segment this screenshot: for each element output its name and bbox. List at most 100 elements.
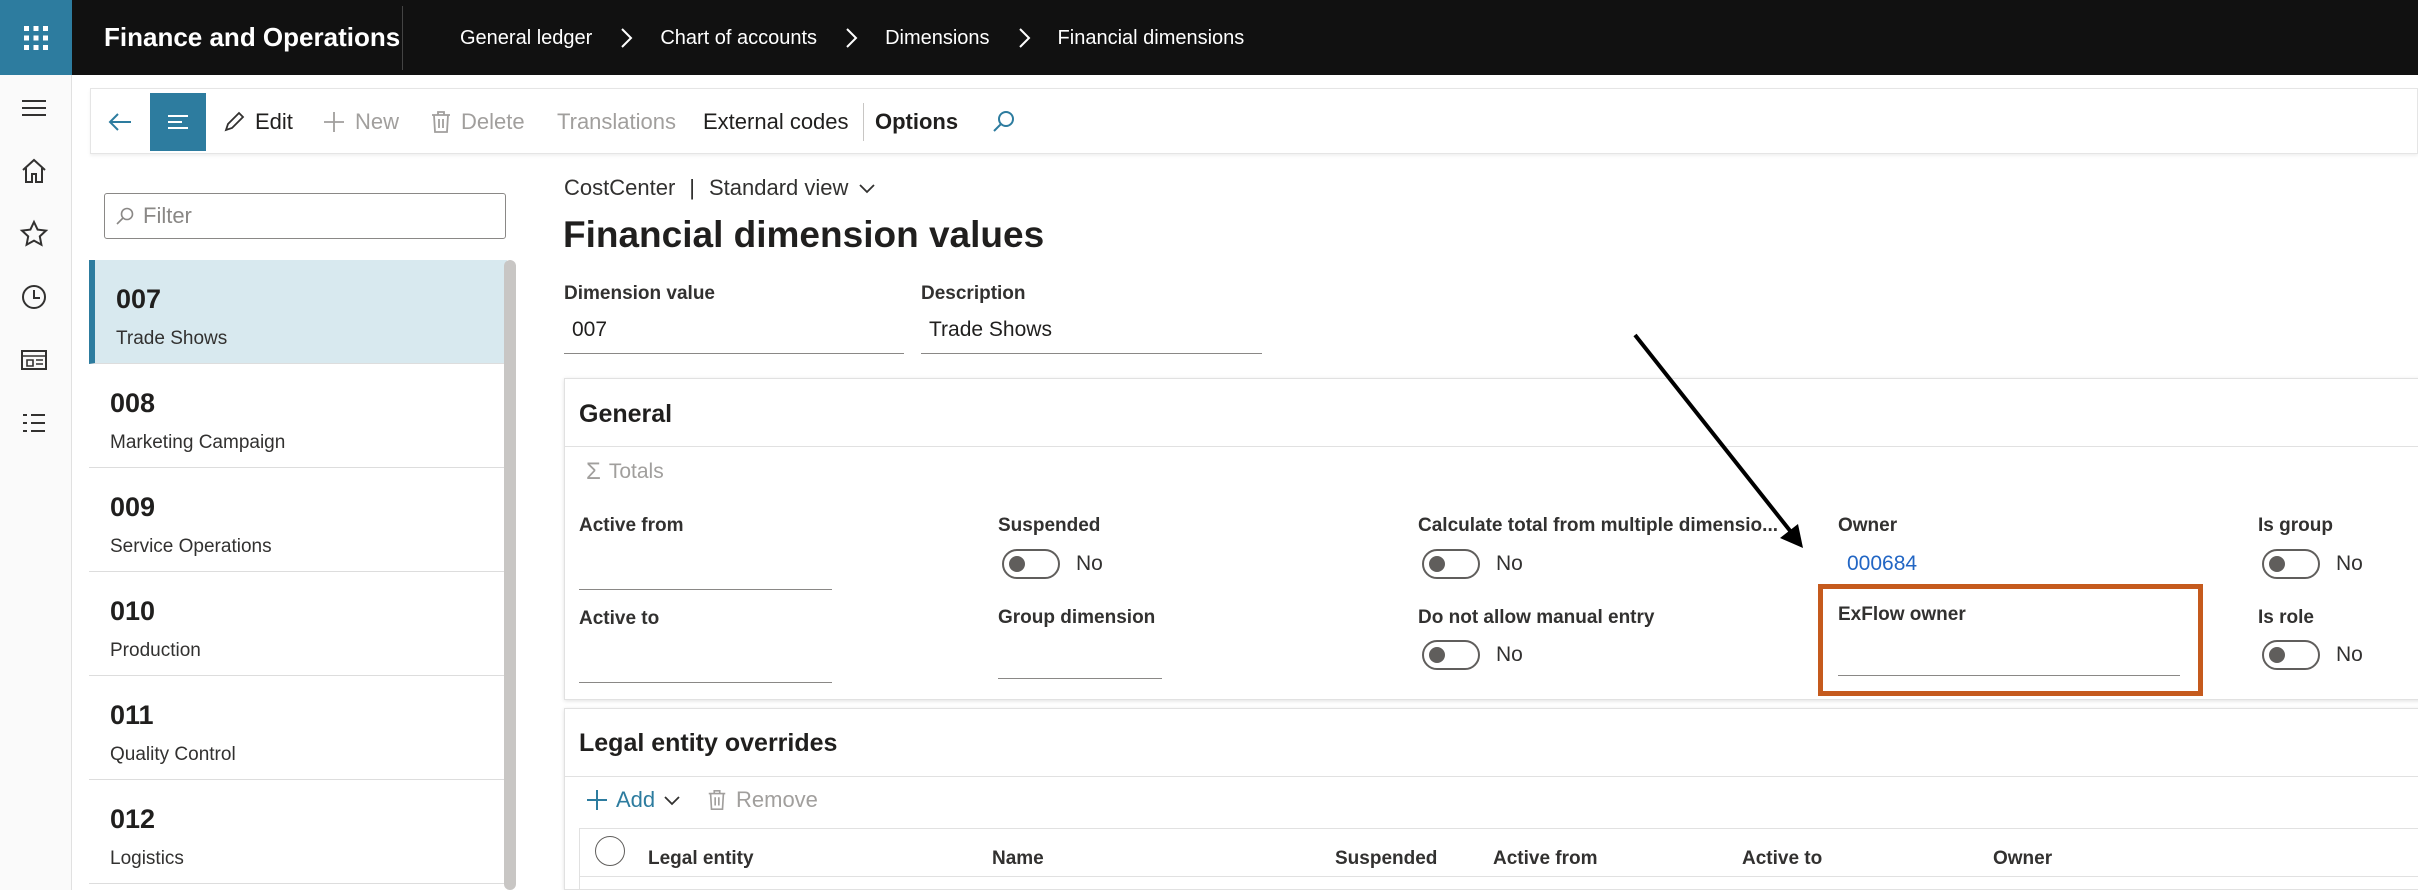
sigma-icon: Σ (586, 458, 601, 485)
divider (564, 776, 2418, 777)
list-icon (168, 115, 188, 129)
list-item-desc: Production (110, 640, 201, 661)
breadcrumb: General ledger Chart of accounts Dimensi… (460, 26, 1244, 50)
active-to-field[interactable] (579, 645, 832, 683)
external-codes-button[interactable]: External codes (703, 89, 849, 155)
new-label: New (355, 109, 400, 134)
trash-icon (708, 790, 726, 810)
active-to-label: Active to (579, 608, 660, 629)
no-manual-entry-toggle[interactable] (1422, 640, 1480, 670)
dimension-value-field[interactable]: 007 (564, 318, 904, 354)
pencil-icon (224, 111, 245, 132)
list-item[interactable]: 012 Logistics (89, 780, 507, 884)
remove-button[interactable]: Remove (706, 787, 818, 813)
column-header-active-from[interactable]: Active from (1493, 848, 1598, 870)
suspended-toggle[interactable] (1002, 549, 1060, 579)
chevron-right-icon (1018, 28, 1030, 48)
list-item[interactable]: 010 Production (89, 572, 507, 676)
list-pane: Filter 007 Trade Shows 008 Marketing Cam… (88, 175, 524, 890)
calculate-total-value: No (1496, 552, 1523, 575)
description-label: Description (921, 283, 1026, 304)
list-item[interactable]: 009 Service Operations (89, 468, 507, 572)
column-header-legal-entity[interactable]: Legal entity (648, 848, 754, 870)
breadcrumb-chart-of-accounts[interactable]: Chart of accounts (660, 27, 817, 50)
breadcrumb-dimensions[interactable]: Dimensions (885, 27, 989, 50)
search-icon (993, 111, 1014, 132)
is-role-value: No (2336, 643, 2363, 666)
is-group-toggle[interactable] (2262, 549, 2320, 579)
app-title[interactable]: Finance and Operations (104, 22, 400, 53)
owner-label: Owner (1838, 515, 1898, 536)
owner-link[interactable]: 000684 (1847, 552, 1917, 576)
totals-button[interactable]: Σ Totals (586, 458, 664, 486)
column-header-owner[interactable]: Owner (1993, 848, 2052, 870)
no-manual-entry-value: No (1496, 643, 1523, 666)
app-launcher-button[interactable] (0, 0, 72, 75)
hamburger-menu-icon[interactable] (18, 92, 50, 124)
list-item-desc: Trade Shows (116, 328, 228, 349)
edit-button[interactable]: Edit (221, 89, 293, 155)
options-tab[interactable]: Options (875, 89, 958, 155)
back-arrow-icon (108, 113, 131, 131)
group-dimension-label: Group dimension (998, 607, 1156, 628)
list-item-code: 007 (116, 284, 162, 314)
chevron-right-icon (846, 28, 858, 48)
active-from-field[interactable] (579, 552, 832, 590)
back-button[interactable] (105, 89, 143, 155)
star-icon[interactable] (18, 218, 50, 250)
totals-label: Totals (608, 460, 664, 483)
recent-clock-icon[interactable] (18, 281, 50, 313)
filter-input[interactable]: Filter (104, 193, 506, 239)
top-bar: Finance and Operations General ledger Ch… (0, 0, 2418, 75)
page-title: Financial dimension values (563, 214, 1045, 255)
suspended-value: No (1076, 552, 1103, 575)
divider (579, 828, 580, 890)
no-manual-entry-label: Do not allow manual entry (1418, 607, 1655, 628)
list-item-desc: Marketing Campaign (110, 432, 286, 453)
translations-button[interactable]: Translations (557, 89, 676, 155)
list-scrollbar[interactable] (504, 260, 516, 890)
breadcrumb-financial-dimensions[interactable]: Financial dimensions (1058, 27, 1245, 50)
workspaces-icon[interactable] (18, 344, 50, 376)
group-dimension-field[interactable] (998, 641, 1162, 679)
exflow-owner-field[interactable] (1838, 638, 2180, 676)
list-item[interactable]: 007 Trade Shows (89, 260, 507, 364)
column-header-suspended[interactable]: Suspended (1335, 848, 1437, 870)
list-item-desc: Service Operations (110, 536, 272, 557)
general-section-title[interactable]: General (579, 400, 672, 429)
list-item[interactable]: 011 Quality Control (89, 676, 507, 780)
list-view-button[interactable] (150, 93, 206, 151)
select-all-checkbox[interactable] (595, 836, 625, 866)
is-group-label: Is group (2258, 515, 2333, 536)
new-button[interactable]: New (321, 89, 399, 155)
list-item[interactable]: 008 Marketing Campaign (89, 364, 507, 468)
chevron-right-icon (621, 28, 633, 48)
overrides-section-title[interactable]: Legal entity overrides (579, 729, 837, 758)
home-icon[interactable] (18, 155, 50, 187)
is-role-label: Is role (2258, 607, 2314, 628)
divider (579, 876, 2418, 877)
action-pane: Edit New Delete Translations External co… (90, 88, 2418, 154)
chevron-down-icon[interactable] (856, 177, 878, 199)
add-label: Add (616, 787, 656, 812)
search-button[interactable] (991, 89, 1025, 155)
add-button[interactable]: Add (584, 787, 683, 813)
entity-name: CostCenter (564, 175, 676, 200)
chevron-down-icon (664, 796, 680, 806)
divider (564, 446, 2418, 447)
calculate-total-toggle[interactable] (1422, 549, 1480, 579)
list-item-desc: Logistics (110, 848, 184, 869)
divider (402, 6, 403, 70)
column-header-name[interactable]: Name (992, 848, 1044, 870)
modules-list-icon[interactable] (18, 407, 50, 439)
description-field[interactable]: Trade Shows (921, 318, 1262, 354)
is-role-toggle[interactable] (2262, 640, 2320, 670)
breadcrumb-general-ledger[interactable]: General ledger (460, 27, 592, 50)
view-selector: CostCenter | Standard view (564, 175, 878, 201)
view-separator: | (689, 175, 695, 200)
delete-label: Delete (461, 109, 525, 134)
plus-icon (587, 790, 607, 810)
view-name[interactable]: Standard view (709, 175, 848, 201)
column-header-active-to[interactable]: Active to (1742, 848, 1822, 870)
delete-button[interactable]: Delete (429, 89, 525, 155)
